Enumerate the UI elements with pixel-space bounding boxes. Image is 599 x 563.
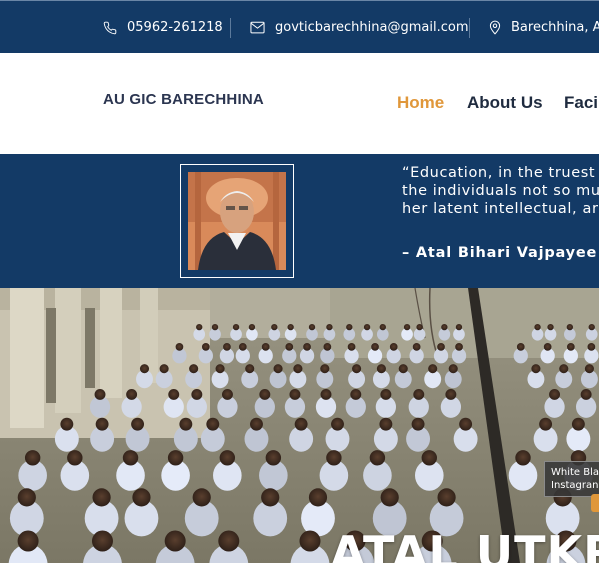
nav-facilities[interactable]: Faci [564, 93, 598, 113]
tooltip-line: White Bla [551, 467, 599, 478]
site-header: AU GIC BARECHHINA Home About Us Faci [0, 53, 599, 154]
portrait-image [188, 172, 286, 270]
tooltip-line: Instagran [551, 480, 599, 491]
phone-icon [103, 21, 117, 34]
quote-line: the individuals not so mu [402, 183, 599, 199]
nav-about-us[interactable]: About Us [467, 93, 543, 113]
divider [230, 18, 231, 38]
email-address: govticbarechhina@gmail.com [275, 20, 469, 35]
site-logo[interactable]: AU GIC BARECHHINA [103, 91, 264, 108]
phone-contact[interactable]: 05962-261218 [103, 1, 223, 54]
address-contact[interactable]: Barechhina, A [489, 1, 599, 54]
hero-photo [0, 288, 599, 563]
contact-bar: 05962-261218 govticbarechhina@gmail.com … [0, 0, 599, 53]
mail-icon [250, 21, 265, 34]
hero-banner: White Bla Instagran ATAL UTKR [0, 288, 599, 563]
divider [469, 18, 470, 38]
quote-text: “Education, in the truest the individual… [402, 164, 599, 218]
email-contact[interactable]: govticbarechhina@gmail.com [250, 1, 468, 54]
social-tooltip: White Bla Instagran [544, 461, 599, 497]
address-text: Barechhina, A [511, 20, 599, 35]
map-pin-icon [489, 20, 501, 35]
quote-line: “Education, in the truest [402, 165, 596, 181]
quote-author: – Atal Bihari Vajpayee [402, 245, 598, 261]
phone-number: 05962-261218 [127, 20, 223, 35]
quote-line: her latent intellectual, ar [402, 201, 599, 217]
quote-section: “Education, in the truest the individual… [0, 154, 599, 288]
portrait-frame [180, 164, 294, 278]
hero-title: ATAL UTKR [330, 526, 599, 563]
nav-home[interactable]: Home [397, 93, 444, 113]
social-bar-toggle[interactable] [591, 494, 599, 512]
